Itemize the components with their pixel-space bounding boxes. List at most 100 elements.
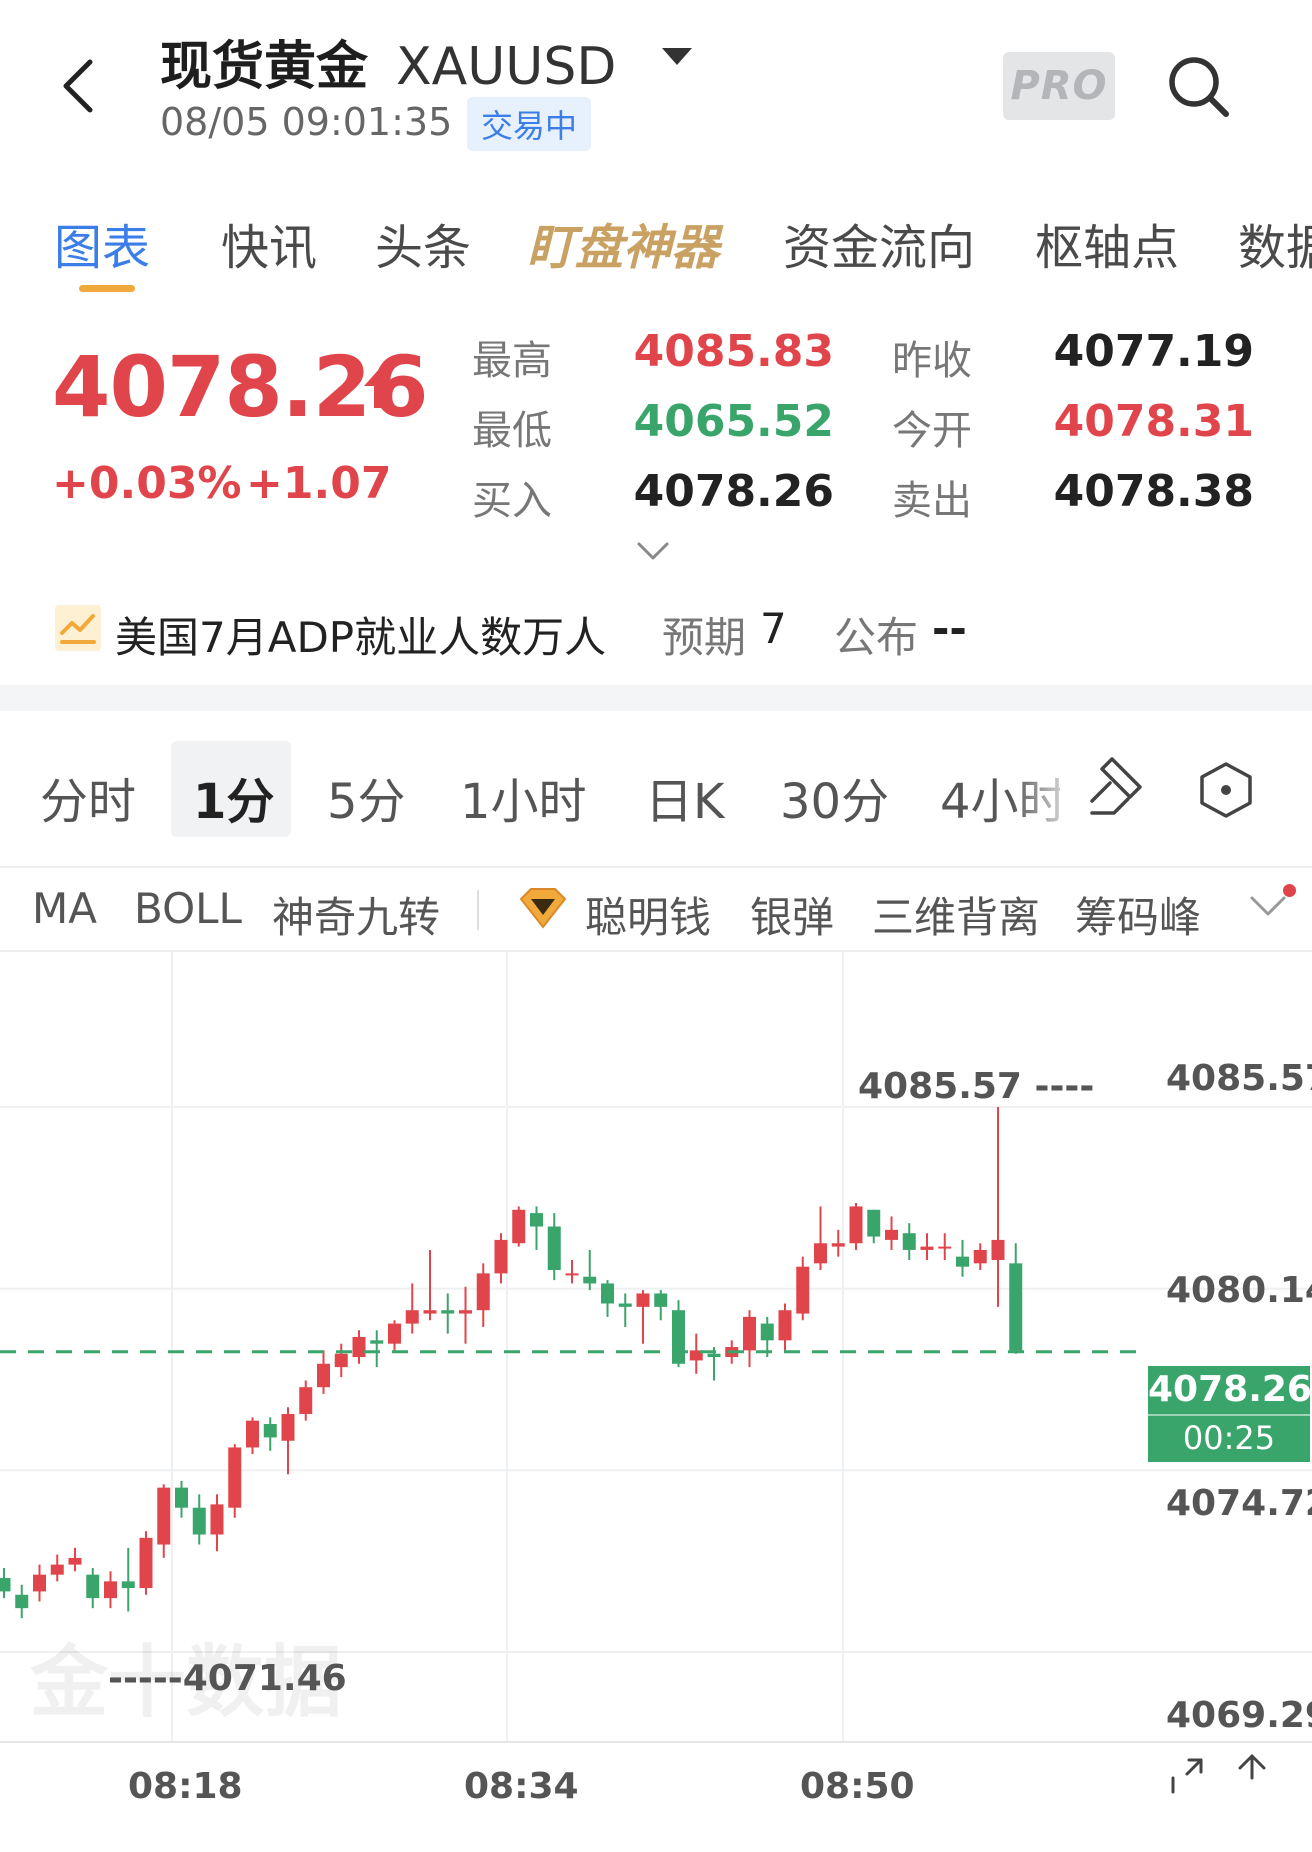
tab-fund-flow[interactable]: 资金流向 [783, 208, 975, 278]
x-axis-label: 08:50 [800, 1766, 915, 1807]
period-tab-30min[interactable]: 30分 [780, 762, 889, 832]
candle-body [228, 1447, 242, 1508]
candle-body [370, 1340, 384, 1344]
pro-button[interactable]: PRO [1003, 52, 1115, 120]
candle-body [441, 1310, 455, 1314]
tab-data[interactable]: 数据 [1238, 208, 1312, 278]
candle-body [104, 1581, 117, 1599]
candle-body [938, 1246, 952, 1249]
economic-event-title[interactable]: 美国7月ADP就业人数万人 [115, 604, 606, 665]
tab-headlines[interactable]: 头条 [375, 208, 471, 278]
period-tab-5min[interactable]: 5分 [327, 762, 406, 832]
instrument-name: 现货黄金 [160, 37, 369, 97]
candle-body [707, 1353, 721, 1358]
period-tab-1hour[interactable]: 1小时 [460, 762, 587, 832]
candle-body [246, 1420, 259, 1448]
fullscreen-icon[interactable] [1165, 1752, 1209, 1796]
candle-body [15, 1594, 29, 1609]
settings-icon[interactable] [1198, 760, 1254, 820]
candles [0, 1107, 1023, 1619]
search-button[interactable] [1162, 50, 1236, 124]
instrument-symbol: XAUUSD [396, 37, 617, 97]
published-label: 公布 [834, 613, 919, 662]
candle-body [86, 1574, 100, 1599]
candle-body [831, 1243, 845, 1247]
chevron-down-icon[interactable] [636, 540, 670, 562]
indicator-chip-peak[interactable]: 筹码峰 [1075, 884, 1201, 945]
back-button[interactable] [52, 56, 112, 116]
current-price-marker: 4078.26 00:25 [1148, 1366, 1312, 1462]
expected-value: 7 [760, 604, 787, 653]
candle-body [920, 1246, 934, 1250]
candle-body [281, 1413, 295, 1441]
candle-body [121, 1581, 135, 1589]
section-divider [0, 685, 1312, 711]
drawing-tool-icon[interactable] [1088, 755, 1148, 819]
low-marker-label: -----4071.46 [108, 1658, 347, 1699]
indicator-smart-money[interactable]: 聪明钱 [585, 884, 711, 945]
candle-body [601, 1283, 614, 1304]
tab-flash-news[interactable]: 快讯 [221, 208, 317, 278]
candle-body [743, 1316, 756, 1351]
candle-body [618, 1303, 632, 1307]
candle-body [50, 1564, 64, 1575]
chevron-left-icon [63, 59, 93, 113]
tab-chart[interactable]: 图表 [54, 208, 150, 278]
candle-body [778, 1310, 792, 1341]
change-percent: +0.03% [52, 458, 242, 509]
candle-body [494, 1239, 508, 1274]
candle-body [991, 1239, 1005, 1260]
arrow-up-icon[interactable] [1232, 1752, 1272, 1796]
candle-body [583, 1276, 597, 1284]
candle-body [423, 1310, 437, 1314]
period-tab-daily[interactable]: 日K [645, 762, 724, 832]
arrow-up-icon [364, 368, 396, 408]
candle-body [654, 1293, 668, 1307]
open-value: 4078.31 [1053, 396, 1254, 447]
caret-down-icon[interactable] [662, 48, 692, 65]
candle-body [867, 1209, 881, 1237]
candle-body [636, 1293, 650, 1307]
period-tab-timeshare[interactable]: 分时 [40, 762, 136, 832]
candle-body [814, 1243, 827, 1264]
period-tab-4hour[interactable]: 4小时 [940, 762, 1060, 832]
expected-label: 预期 [662, 613, 747, 662]
search-icon [1169, 57, 1229, 117]
high-value: 4085.83 [633, 326, 834, 377]
tab-market-watch-tool[interactable]: 盯盘神器 [527, 208, 719, 278]
y-axis-label: 4074.72 [1166, 1483, 1312, 1524]
candle-body [157, 1487, 171, 1545]
trend-chart-icon [55, 605, 101, 651]
high-marker-label: 4085.57 ---- [858, 1066, 1095, 1107]
candle-body [885, 1229, 898, 1240]
indicator-magic-nine[interactable]: 神奇九转 [272, 884, 440, 945]
candle-body [760, 1323, 774, 1341]
tab-pivot-points[interactable]: 枢轴点 [1035, 208, 1179, 278]
indicator-3d-divergence[interactable]: 三维背离 [872, 884, 1040, 945]
separator [0, 866, 1312, 868]
candle-body [388, 1323, 401, 1344]
candle-body [33, 1574, 46, 1592]
candle-body [672, 1310, 685, 1364]
instrument-title[interactable]: 现货黄金 XAUUSD [160, 24, 616, 99]
bar-countdown: 00:25 [1148, 1414, 1310, 1460]
notification-dot [1283, 884, 1296, 897]
prev-close-label: 昨收 [892, 338, 972, 384]
candle-body [139, 1537, 153, 1589]
y-axis-label: 4080.14 [1166, 1270, 1312, 1311]
indicator-boll[interactable]: BOLL [134, 884, 242, 933]
ask-label: 卖出 [892, 478, 972, 524]
change-amount: +1.07 [246, 458, 392, 509]
high-label: 最高 [472, 338, 552, 384]
x-axis-label: 08:34 [464, 1766, 579, 1807]
candle-body [68, 1557, 82, 1565]
low-value: 4065.52 [633, 396, 834, 447]
indicator-separator [477, 890, 479, 930]
indicator-silver-bullet[interactable]: 银弹 [750, 884, 834, 945]
chevron-down-icon[interactable] [1248, 892, 1288, 920]
indicator-ma[interactable]: MA [32, 884, 97, 933]
candle-body [973, 1249, 987, 1264]
y-axis-label: 4069.29 [1166, 1695, 1312, 1736]
candle-body [796, 1266, 810, 1314]
period-tab-1min[interactable]: 1分 [193, 762, 274, 832]
